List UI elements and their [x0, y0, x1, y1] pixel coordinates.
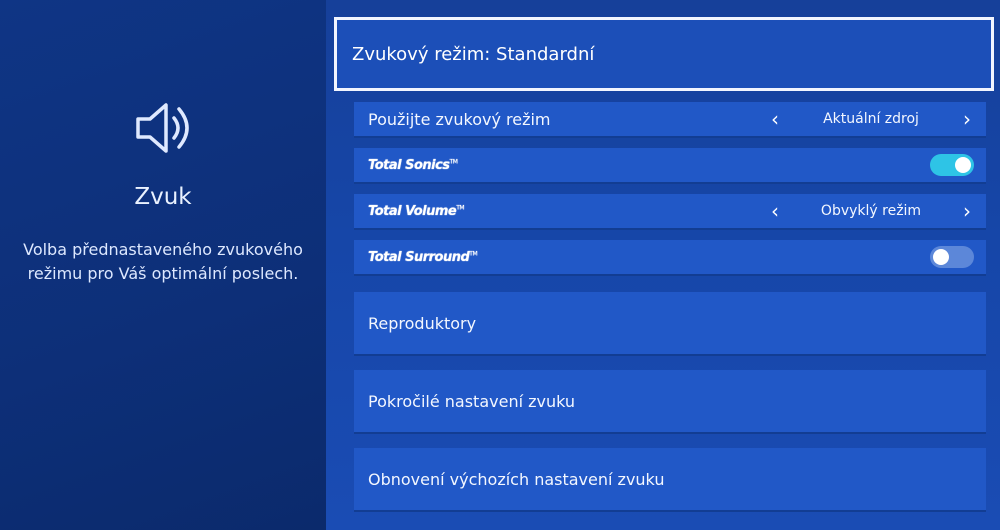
advanced-sound-settings-item[interactable]: Pokročilé nastavení zvuku	[354, 370, 986, 434]
chevron-left-icon[interactable]: ‹	[766, 199, 784, 223]
total-surround-logo: Total Surround	[368, 249, 470, 265]
row-label: Použijte zvukový režim	[368, 109, 551, 129]
total-volume-row[interactable]: Total Volume TM ‹ Obvyklý režim ›	[354, 194, 986, 230]
row-label: Reproduktory	[368, 313, 477, 333]
total-surround-row[interactable]: Total Surround TM	[354, 240, 986, 276]
total-sonics-row[interactable]: Total Sonics TM	[354, 148, 986, 184]
total-surround-toggle[interactable]	[930, 246, 974, 268]
sound-menu: Zvukový režim: Standardní Použijte zvuko…	[326, 0, 1000, 530]
value-selector: ‹ Obvyklý režim ›	[766, 194, 976, 228]
tv-settings-screen: Zvuk Volba přednastaveného zvukového rež…	[0, 0, 1000, 530]
description-line: Volba přednastaveného zvukového	[23, 240, 303, 259]
reset-sound-settings-item[interactable]: Obnovení výchozích nastavení zvuku	[354, 448, 986, 512]
use-sound-mode-row[interactable]: Použijte zvukový režim ‹ Aktuální zdroj …	[354, 102, 986, 138]
chevron-right-icon[interactable]: ›	[958, 199, 976, 223]
toggle-knob	[933, 249, 949, 265]
panel-description: Volba přednastaveného zvukového režimu p…	[6, 238, 320, 286]
description-line: režimu pro Váš optimální poslech.	[27, 264, 299, 283]
value-selector: ‹ Aktuální zdroj ›	[766, 102, 976, 136]
total-sonics-toggle[interactable]	[930, 154, 974, 176]
sound-mode-header[interactable]: Zvukový režim: Standardní	[334, 17, 994, 91]
row-label: Obnovení výchozích nastavení zvuku	[368, 469, 665, 489]
total-volume-logo: Total Volume	[368, 203, 457, 219]
speakers-item[interactable]: Reproduktory	[354, 292, 986, 356]
total-sonics-logo: Total Sonics	[368, 157, 450, 173]
chevron-left-icon[interactable]: ‹	[766, 107, 784, 131]
selector-value: Obvyklý režim	[820, 203, 922, 219]
speaker-icon	[136, 103, 189, 153]
row-label: Pokročilé nastavení zvuku	[368, 391, 576, 411]
panel-title: Zvuk	[134, 184, 192, 210]
selector-value: Aktuální zdroj	[823, 111, 919, 127]
sound-mode-label: Zvukový režim: Standardní	[352, 43, 595, 65]
chevron-right-icon[interactable]: ›	[958, 107, 976, 131]
toggle-knob	[955, 157, 971, 173]
info-panel: Zvuk Volba přednastaveného zvukového rež…	[0, 0, 326, 530]
